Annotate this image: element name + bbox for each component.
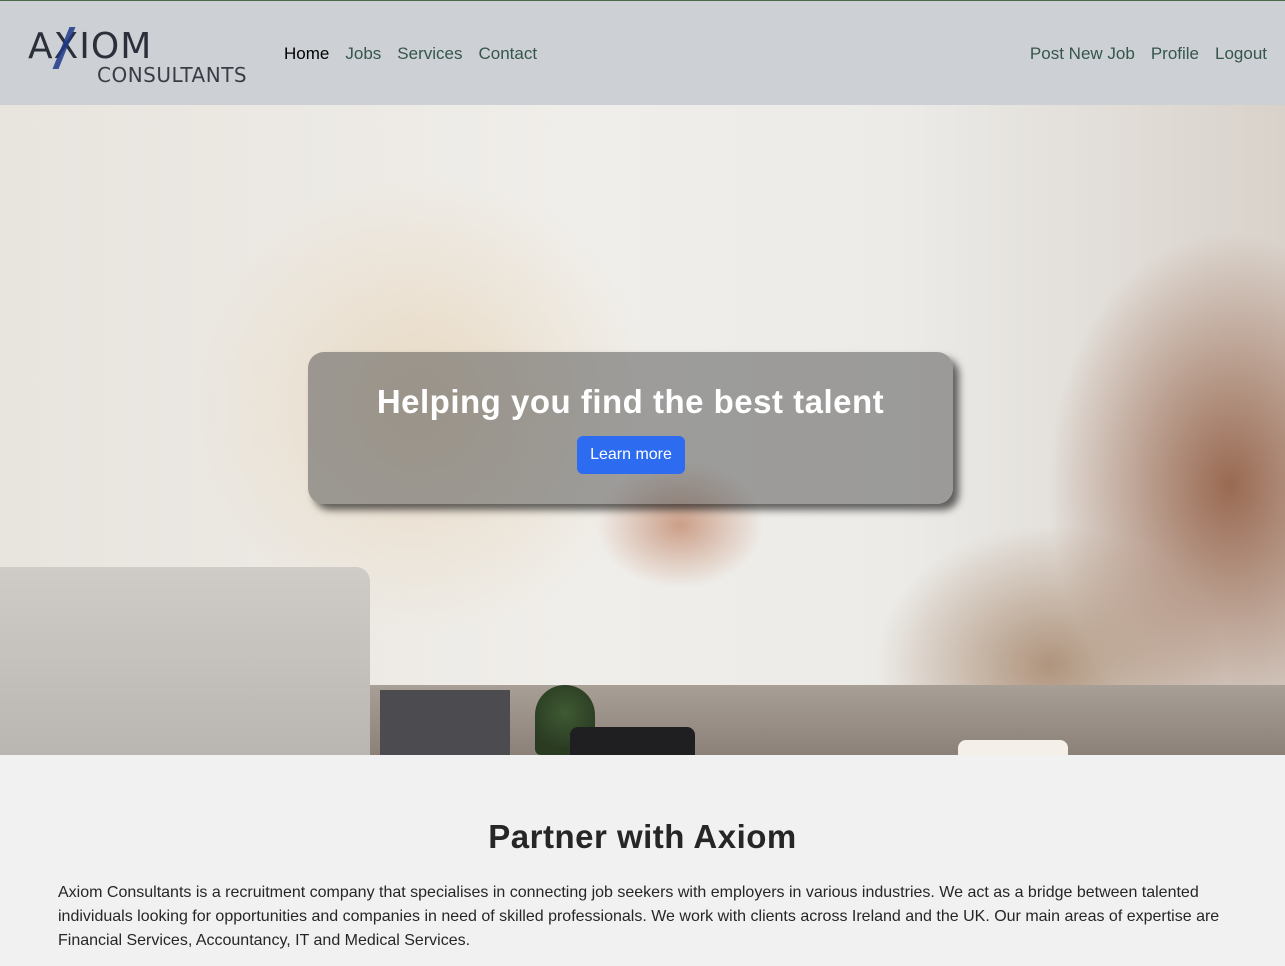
- nav-link-contact[interactable]: Contact: [478, 43, 537, 65]
- hero-title: Helping you find the best talent: [376, 383, 885, 420]
- logo-wordmark: AXIOM: [28, 26, 153, 67]
- hero-image-mug: [958, 740, 1068, 755]
- logo-subtitle: CONSULTANTS: [97, 63, 248, 87]
- nav-link-jobs[interactable]: Jobs: [345, 43, 381, 65]
- about-title: Partner with Axiom: [488, 818, 797, 855]
- hero-callout-card: Helping you find the best talent Learn m…: [308, 352, 953, 504]
- nav-link-post-new-job[interactable]: Post New Job: [1030, 43, 1135, 65]
- nav-link-logout[interactable]: Logout: [1215, 43, 1267, 65]
- hero-image-figure: [380, 690, 510, 755]
- about-description: Axiom Consultants is a recruitment compa…: [58, 884, 1220, 949]
- primary-nav: Home Jobs Services Contact: [284, 43, 537, 65]
- learn-more-button[interactable]: Learn more: [577, 436, 685, 474]
- hero-banner: Helping you find the best talent Learn m…: [0, 105, 1285, 755]
- nav-link-profile[interactable]: Profile: [1151, 43, 1199, 65]
- hero-image-laptop: [0, 567, 370, 755]
- about-section: Partner with Axiom Axiom Consultants is …: [0, 755, 1285, 966]
- account-nav: Post New Job Profile Logout: [1030, 43, 1267, 65]
- nav-link-home[interactable]: Home: [284, 43, 329, 65]
- navbar: AXIOM CONSULTANTS Home Jobs Services Con…: [0, 0, 1285, 105]
- brand-logo[interactable]: AXIOM CONSULTANTS: [28, 27, 258, 87]
- nav-link-services[interactable]: Services: [397, 43, 462, 65]
- hero-image-cup: [570, 727, 695, 755]
